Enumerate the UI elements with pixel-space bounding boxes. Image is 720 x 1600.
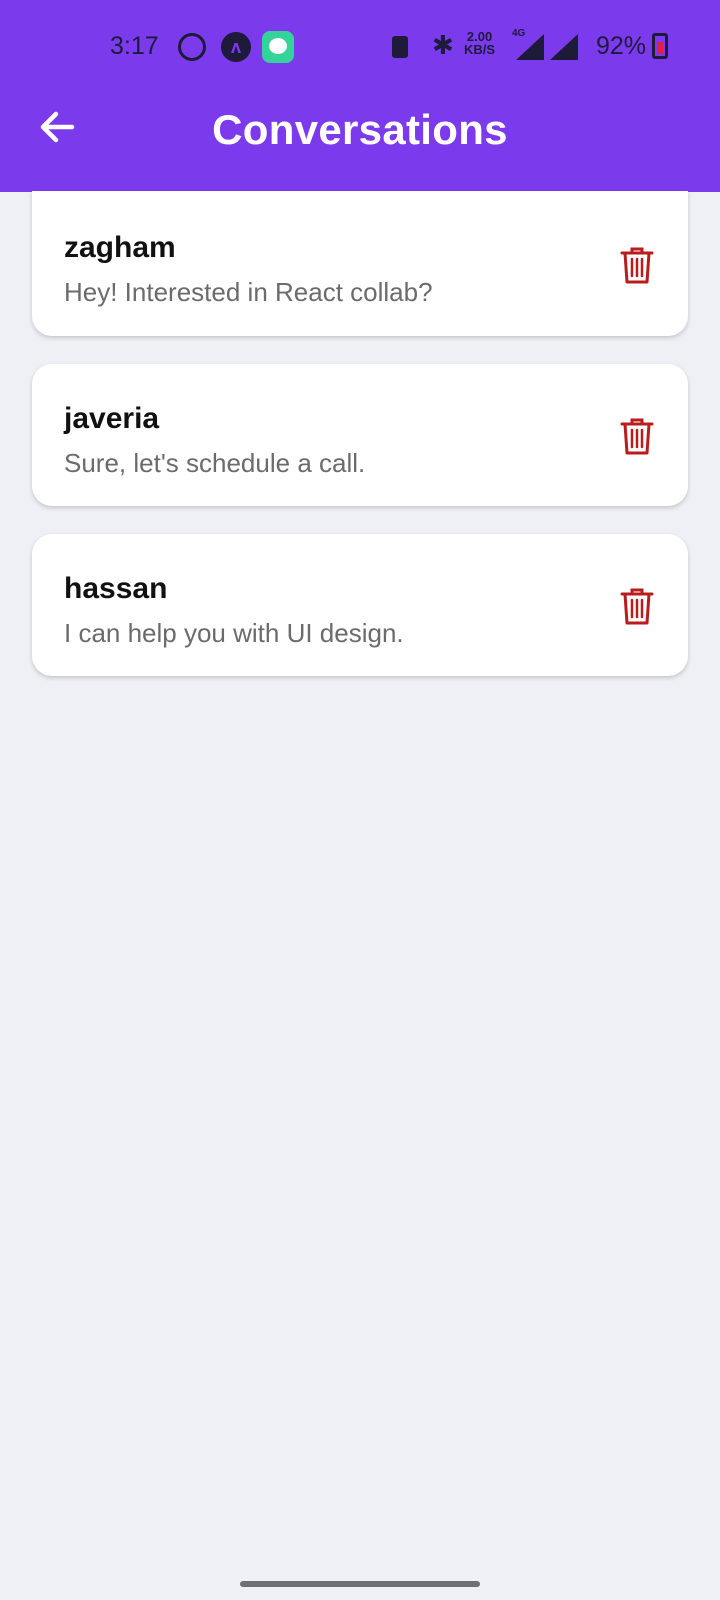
conversation-message: Hey! Interested in React collab? bbox=[64, 277, 433, 307]
app-notification-icon: ʌ bbox=[221, 32, 251, 62]
signal-icon-2 bbox=[550, 34, 578, 60]
conversation-message: Sure, let's schedule a call. bbox=[64, 448, 366, 478]
conversation-card-hassan[interactable]: hassan I can help you with UI design. bbox=[32, 534, 688, 676]
status-bar: 3:17 ʌ ✱ 2.00 KB/S 4G 92% bbox=[0, 28, 720, 68]
conversation-name: javeria bbox=[64, 402, 160, 435]
battery-percent: 92% bbox=[596, 32, 647, 60]
conversation-message: I can help you with UI design. bbox=[64, 618, 404, 648]
signal-icon bbox=[516, 34, 544, 60]
conversation-name: hassan bbox=[64, 572, 168, 605]
conversation-list: zagham Hey! Interested in React collab? … bbox=[32, 191, 688, 704]
conversation-card-javeria[interactable]: javeria Sure, let's schedule a call. bbox=[32, 364, 688, 506]
status-time: 3:17 bbox=[110, 32, 159, 60]
network-speed: 2.00 KB/S bbox=[464, 30, 495, 56]
home-indicator[interactable] bbox=[240, 1581, 480, 1587]
whatsapp-icon bbox=[178, 33, 206, 61]
battery-icon bbox=[652, 33, 668, 59]
conversation-name: zagham bbox=[64, 231, 176, 264]
messages-icon bbox=[262, 31, 294, 63]
vibrate-icon bbox=[392, 36, 408, 58]
network-speed-unit: KB/S bbox=[464, 42, 496, 57]
trash-icon[interactable] bbox=[620, 416, 654, 456]
trash-icon[interactable] bbox=[620, 586, 654, 626]
trash-icon[interactable] bbox=[620, 245, 654, 285]
conversation-card-zagham[interactable]: zagham Hey! Interested in React collab? bbox=[32, 191, 688, 336]
page-title: Conversations bbox=[212, 106, 508, 153]
app-bar: 3:17 ʌ ✱ 2.00 KB/S 4G 92% Conversations bbox=[0, 0, 720, 192]
bluetooth-icon: ✱ bbox=[432, 30, 454, 60]
